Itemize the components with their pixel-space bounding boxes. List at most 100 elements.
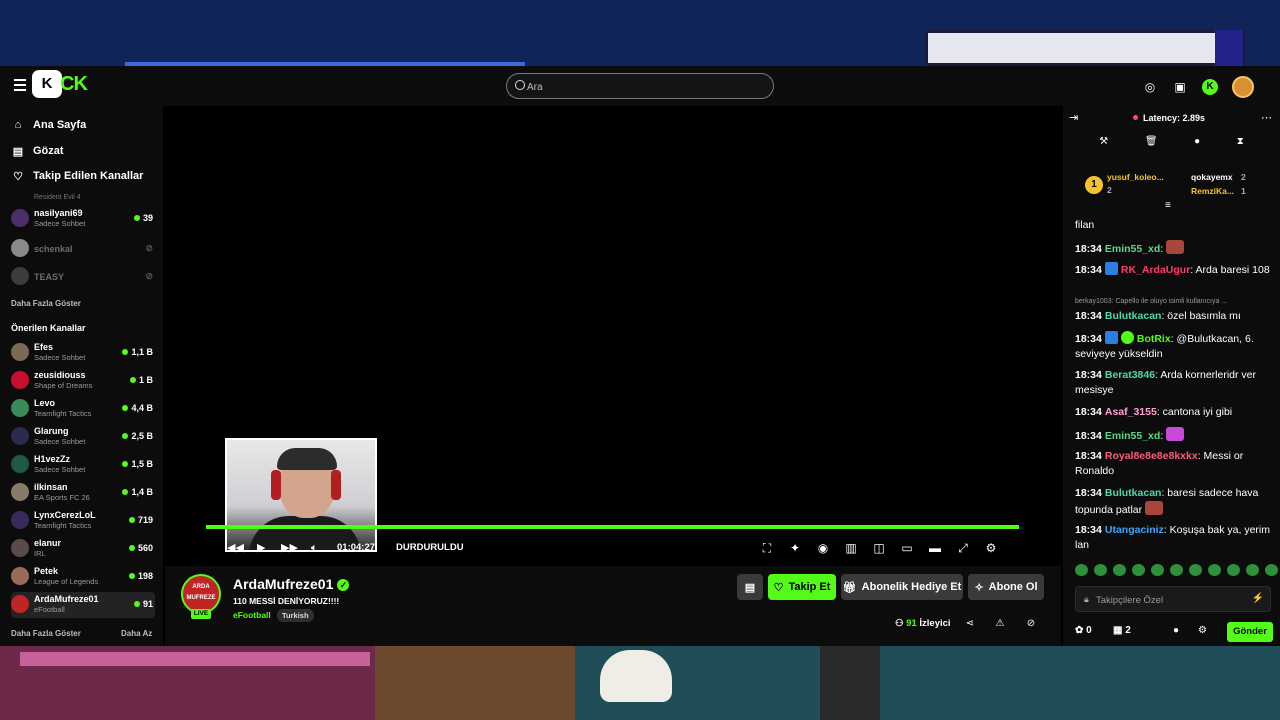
search-alt-icon[interactable]: ◎	[1142, 79, 1158, 95]
kick-points-icon[interactable]: K	[1202, 79, 1218, 95]
emote-icon[interactable]	[1246, 564, 1259, 576]
collapse-chat-icon[interactable]: ⇥	[1069, 111, 1078, 124]
message-user[interactable]: Berat3846	[1105, 369, 1155, 381]
message-user[interactable]: Bulutkacan	[1105, 310, 1162, 322]
emote-icon[interactable]	[1265, 564, 1278, 576]
message-time: 18:34	[1075, 406, 1102, 418]
go-live-icon[interactable]: ◉	[815, 540, 831, 556]
show-more-followed[interactable]: Daha Fazla Göster	[11, 299, 81, 308]
message-user[interactable]: Emin55_xd	[1105, 243, 1160, 255]
send-button[interactable]: Gönder	[1227, 622, 1273, 642]
menu-icon[interactable]	[14, 79, 26, 91]
expand-icon[interactable]: ≡	[1165, 200, 1171, 211]
pip-icon[interactable]: ◫	[871, 540, 887, 556]
hammer-icon[interactable]: ⚒	[1099, 136, 1108, 156]
followed-channel[interactable]: nasilyani69 Sadece Sohbet 39	[11, 206, 155, 232]
gift-sub-button[interactable]: 🎁︎ Abonelik Hediye Et	[841, 574, 963, 600]
clip-icon[interactable]: ⛶	[759, 540, 775, 556]
emote-icon[interactable]	[1170, 564, 1183, 576]
channel-name: Glarung	[34, 426, 69, 436]
top-user-3[interactable]: RemziKa...	[1191, 186, 1234, 196]
rewind-icon[interactable]: ◀◀	[227, 540, 244, 556]
recommended-channel[interactable]: Levo Teamfight Tactics 4,4 B	[11, 396, 155, 422]
theater-mode-icon[interactable]: ▬	[927, 540, 943, 556]
recommended-channel[interactable]: zeusidiouss Shape of Dreams 1 B	[11, 368, 155, 394]
emote-icon[interactable]	[1189, 564, 1202, 576]
recommended-channel-active[interactable]: ArdaMufreze01 eFootball 91	[11, 592, 155, 618]
trash-icon[interactable]: 🗑︎	[1145, 136, 1158, 156]
user-avatar[interactable]	[1232, 76, 1254, 98]
nav-browse[interactable]: ▤ Gözat	[12, 141, 64, 161]
share-icon[interactable]: ⋖	[964, 618, 976, 629]
report-icon[interactable]: ⚠	[994, 618, 1006, 629]
viewer-count: ⚇ 91 İzleyici	[895, 618, 951, 629]
sparkle-icon[interactable]: ✦	[787, 540, 803, 556]
recommended-channel[interactable]: ilkinsan EA Sports FC 26 1,4 B	[11, 480, 155, 506]
recommended-channel[interactable]: Petek League of Legends 198	[11, 564, 155, 590]
hourglass-icon[interactable]: ⧗	[1237, 136, 1244, 156]
settings-icon[interactable]: ⚙	[1198, 625, 1207, 636]
search-input[interactable]	[527, 78, 757, 96]
kick-logo[interactable]: K CK	[32, 70, 102, 98]
chat-input[interactable]	[1096, 592, 1246, 608]
followed-channel-offline[interactable]: schenkal ⊘	[11, 236, 155, 262]
top-user-1[interactable]: yusuf_koleo...	[1107, 172, 1164, 182]
points-display[interactable]: ✿ 0	[1075, 625, 1092, 636]
search-box[interactable]	[506, 73, 774, 99]
emote-icon[interactable]	[1227, 564, 1240, 576]
message-user[interactable]: Asaf_3155	[1105, 406, 1157, 418]
emote-icon[interactable]	[1208, 564, 1221, 576]
chat-settings-bubble-icon[interactable]: ●	[1173, 625, 1179, 636]
gifts-display[interactable]: ▦ 2	[1113, 625, 1131, 636]
message-user[interactable]: Emin55_xd	[1105, 430, 1160, 442]
inbox-icon[interactable]: ▣	[1172, 79, 1188, 95]
message-user[interactable]: Royal8e8e8e8kxkx	[1105, 450, 1198, 462]
volume-icon[interactable]: 🔈︎	[311, 540, 318, 556]
fullscreen-icon[interactable]: ⤢	[955, 540, 971, 556]
stream-category[interactable]: eFootball	[233, 610, 271, 620]
top-user-2[interactable]: qokayemx	[1191, 172, 1233, 182]
emote-icon[interactable]	[1113, 564, 1126, 576]
channel-category: EA Sports FC 26	[34, 493, 90, 502]
show-less-recommended[interactable]: Daha Az	[121, 629, 152, 638]
streamer-avatar[interactable]: ARDA MUFREZE	[181, 574, 221, 614]
mini-player-icon[interactable]: ▭	[899, 540, 915, 556]
follow-button[interactable]: ♡ Takip Et	[768, 574, 836, 600]
followed-channel-offline[interactable]: TEASY ⊘	[11, 264, 155, 290]
recommended-channel[interactable]: Glarung Sadece Sohbet 2,5 B	[11, 424, 155, 450]
reply-preview[interactable]: berkay1003: Capello ile oluyo isimli kul…	[1075, 298, 1227, 305]
show-more-recommended[interactable]: Daha Fazla Göster	[11, 629, 81, 638]
message-user[interactable]: BotRix	[1137, 333, 1171, 345]
recommended-channel[interactable]: Efes Sadece Sohbet 1,1 B	[11, 340, 155, 366]
streamer-name[interactable]: ArdaMufreze01	[233, 576, 333, 592]
subscribe-button[interactable]: ✧ Abone Ol	[968, 574, 1044, 600]
emote-icon[interactable]	[1075, 564, 1088, 576]
fast-forward-icon[interactable]: ▶▶	[281, 540, 298, 556]
recommended-channel[interactable]: elanur IRL 560	[11, 536, 155, 562]
progress-bar[interactable]	[206, 525, 1019, 529]
more-options-icon[interactable]: ⋯	[1261, 111, 1272, 124]
nav-following[interactable]: ♡ Takip Edilen Kanallar	[12, 166, 143, 186]
channel-avatar	[11, 343, 29, 361]
emote-icon[interactable]	[1151, 564, 1164, 576]
settings-icon[interactable]: ⚙	[983, 540, 999, 556]
recommended-channel[interactable]: H1vezZz Sadece Sohbet 1,5 B	[11, 452, 155, 478]
message-user[interactable]: RK_ArdaUgur	[1121, 264, 1190, 276]
clip-button[interactable]: ▤	[737, 574, 763, 600]
video-player[interactable]: ◀◀ ▶ ▶▶ 🔈︎ 01:04:27 DURDURULDU ⛶ ✦ ◉ ▥ ◫…	[165, 106, 1061, 566]
nav-home[interactable]: ⌂ Ana Sayfa	[12, 115, 87, 135]
message-user[interactable]: Bulutkacan	[1105, 487, 1162, 499]
chat-bubble-icon[interactable]: ●	[1194, 136, 1200, 156]
channel-viewers: 1,4 B	[122, 487, 153, 497]
emote-icon[interactable]	[1132, 564, 1145, 576]
nav-home-label: Ana Sayfa	[33, 119, 87, 131]
stream-tag[interactable]: Turkish	[277, 609, 314, 622]
logo-badge: K	[32, 70, 62, 98]
stats-icon[interactable]: ▥	[843, 540, 859, 556]
message-user[interactable]: Utangaciniz	[1105, 524, 1164, 536]
recommended-channel[interactable]: LynxCerezLoL Teamfight Tactics 719	[11, 508, 155, 534]
emote-icon[interactable]	[1094, 564, 1107, 576]
play-icon[interactable]: ▶	[257, 540, 265, 556]
hide-icon[interactable]: ⊘	[1025, 618, 1037, 629]
emote-picker-icon[interactable]: ⚡	[1252, 593, 1264, 604]
